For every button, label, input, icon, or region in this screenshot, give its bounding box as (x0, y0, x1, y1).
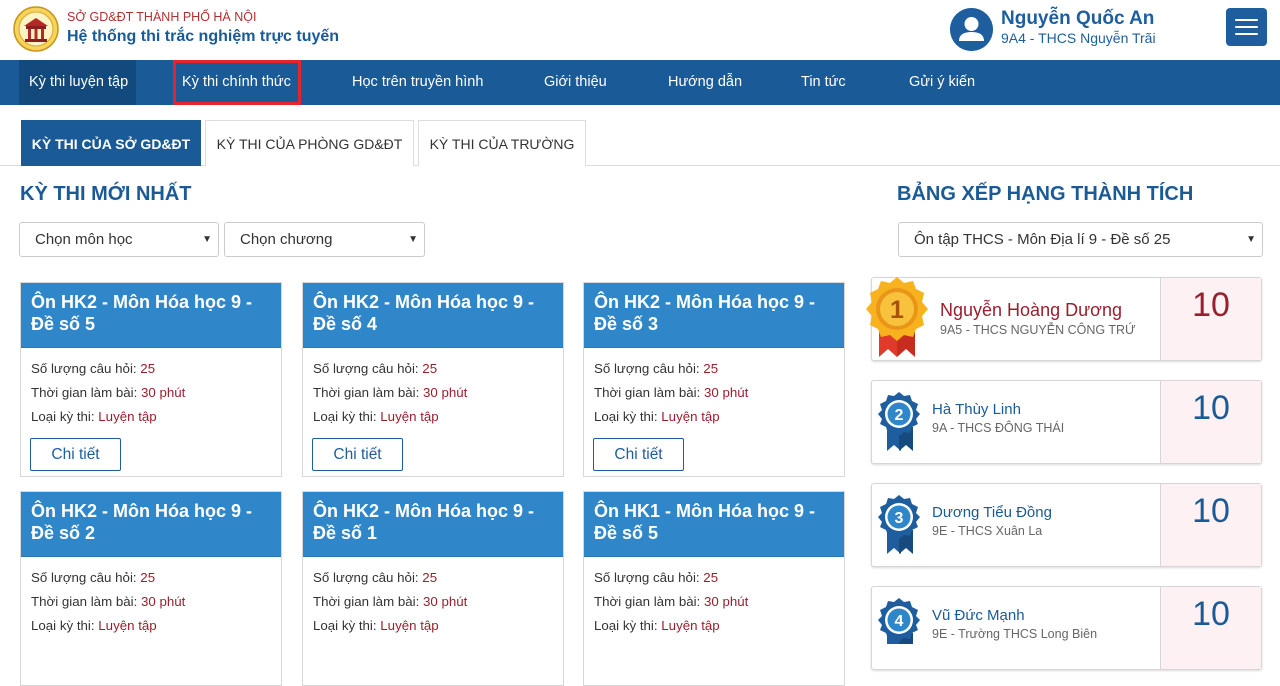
exam-card-time: Thời gian làm bài: 30 phút (594, 385, 749, 400)
exam-card-questions: Số lượng câu hỏi: 25 (313, 570, 438, 585)
leaderboard-school: 9A5 - THCS NGUYỄN CÔNG TRỨ (940, 323, 1136, 337)
nav-item-official-exams[interactable]: Kỳ thi chính thức (173, 60, 301, 105)
user-avatar-icon[interactable] (950, 8, 993, 51)
temple-logo-icon[interactable] (13, 6, 59, 52)
exam-card-type: Loại kỳ thi: Luyện tập (31, 409, 157, 424)
blue-medal-icon: 2 (878, 392, 920, 451)
exam-card-time: Thời gian làm bài: 30 phút (594, 594, 749, 609)
exam-card-title[interactable]: Ôn HK2 - Môn Hóa học 9 - Đề số 3 (584, 283, 844, 348)
leaderboard-score-box: 10 (1160, 278, 1261, 360)
chapter-select[interactable]: Chọn chương ▼ (224, 222, 425, 257)
caret-down-icon: ▼ (202, 234, 212, 245)
tab-department-exams[interactable]: KỲ THI CỦA SỞ GD&ĐT (21, 120, 201, 166)
exam-card-time: Thời gian làm bài: 30 phút (313, 385, 468, 400)
nav-item-about[interactable]: Giới thiệu (544, 60, 607, 105)
exam-card-questions: Số lượng câu hỏi: 25 (594, 570, 719, 585)
exam-card: Ôn HK2 - Môn Hóa học 9 - Đề số 5 Số lượn… (20, 282, 282, 477)
exam-card-type: Loại kỳ thi: Luyện tập (313, 409, 439, 424)
leaderboard-name: Nguyễn Hoàng Dương (940, 300, 1122, 320)
exam-card-type: Loại kỳ thi: Luyện tập (313, 618, 439, 633)
exam-card-type: Loại kỳ thi: Luyện tập (594, 618, 720, 633)
detail-button[interactable]: Chi tiết (30, 438, 121, 471)
leaderboard-score-box: 10 (1160, 587, 1261, 669)
hamburger-menu-icon[interactable] (1226, 8, 1267, 46)
leaderboard-school: 9A - THCS ĐÔNG THÁI (932, 421, 1065, 435)
exam-card: Ôn HK2 - Môn Hóa học 9 - Đề số 4 Số lượn… (302, 282, 564, 477)
subject-select[interactable]: Chọn môn học ▼ (19, 222, 219, 257)
leaderboard-score: 10 (1192, 389, 1230, 427)
leaderboard-exam-select[interactable]: Ôn tập THCS - Môn Địa lí 9 - Đề số 25 ▼ (898, 222, 1263, 257)
leaderboard-name: Vũ Đức Mạnh (932, 607, 1025, 624)
chapter-select-value: Chọn chương (240, 231, 333, 248)
exam-card-title[interactable]: Ôn HK2 - Môn Hóa học 9 - Đề số 4 (303, 283, 563, 348)
leaderboard-entry: Dương Tiểu Đồng 9E - THCS Xuân La 10 (871, 483, 1262, 567)
exam-card: Ôn HK2 - Môn Hóa học 9 - Đề số 3 Số lượn… (583, 282, 845, 477)
leaderboard-score-box: 10 (1160, 381, 1261, 463)
svg-text:3: 3 (895, 510, 904, 527)
detail-button[interactable]: Chi tiết (593, 438, 684, 471)
caret-down-icon: ▼ (1246, 234, 1256, 245)
system-name: Hệ thống thi trắc nghiệm trực tuyến (67, 28, 340, 45)
exam-tabs: KỲ THI CỦA SỞ GD&ĐT KỲ THI CỦA PHÒNG GD&… (0, 120, 1280, 166)
leaderboard-school: 9E - Trường THCS Long Biên (932, 627, 1098, 641)
detail-button[interactable]: Chi tiết (312, 438, 403, 471)
svg-text:1: 1 (890, 296, 904, 324)
leaderboard-entry: Vũ Đức Mạnh 9E - Trường THCS Long Biên 1… (871, 586, 1262, 670)
nav-item-tv-learning[interactable]: Học trên truyền hình (352, 60, 483, 105)
svg-text:4: 4 (895, 613, 904, 630)
svg-text:2: 2 (895, 407, 904, 424)
exam-card: Ôn HK2 - Môn Hóa học 9 - Đề số 1 Số lượn… (302, 491, 564, 686)
exam-card: Ôn HK1 - Môn Hóa học 9 - Đề số 5 Số lượn… (583, 491, 845, 686)
user-name[interactable]: Nguyễn Quốc An (1001, 8, 1154, 30)
nav-item-feedback[interactable]: Gửi ý kiến (909, 60, 975, 105)
exam-card-questions: Số lượng câu hỏi: 25 (31, 570, 156, 585)
gold-medal-icon: 1 (866, 277, 928, 357)
exam-card-title[interactable]: Ôn HK1 - Môn Hóa học 9 - Đề số 5 (584, 492, 844, 557)
blue-medal-icon: 4 (878, 598, 920, 644)
exam-card-time: Thời gian làm bài: 30 phút (31, 594, 186, 609)
leaderboard-score: 10 (1192, 595, 1230, 633)
exam-card-title[interactable]: Ôn HK2 - Môn Hóa học 9 - Đề số 1 (303, 492, 563, 557)
exam-card-time: Thời gian làm bài: 30 phút (31, 385, 186, 400)
exam-card-type: Loại kỳ thi: Luyện tập (594, 409, 720, 424)
nav-item-practice-exams[interactable]: Kỳ thi luyện tập (19, 60, 136, 105)
leaderboard-name: Hà Thùy Linh (932, 401, 1021, 418)
tab-district-exams[interactable]: KỲ THI CỦA PHÒNG GD&ĐT (205, 120, 414, 166)
blue-medal-icon: 3 (878, 495, 920, 554)
exam-card-type: Loại kỳ thi: Luyện tập (31, 618, 157, 633)
tab-school-exams[interactable]: KỲ THI CỦA TRƯỜNG (418, 120, 586, 166)
leaderboard-score: 10 (1192, 492, 1230, 530)
exam-card-time: Thời gian làm bài: 30 phút (313, 594, 468, 609)
leaderboard-exam-select-value: Ôn tập THCS - Môn Địa lí 9 - Đề số 25 (914, 231, 1171, 248)
exam-card-questions: Số lượng câu hỏi: 25 (31, 361, 156, 376)
nav-item-guide[interactable]: Hướng dẫn (668, 60, 742, 105)
leaderboard-school: 9E - THCS Xuân La (932, 524, 1043, 538)
org-name: SỞ GD&ĐT THÀNH PHỐ HÀ NỘI (67, 10, 257, 24)
leaderboard-score-box: 10 (1160, 484, 1261, 566)
leaderboard-entry: Hà Thùy Linh 9A - THCS ĐÔNG THÁI 10 (871, 380, 1262, 464)
exam-card-questions: Số lượng câu hỏi: 25 (313, 361, 438, 376)
leaderboard-name: Dương Tiểu Đồng (932, 504, 1052, 521)
header: SỞ GD&ĐT THÀNH PHỐ HÀ NỘI Hệ thống thi t… (0, 0, 1280, 60)
user-class: 9A4 - THCS Nguyễn Trãi (1001, 30, 1156, 46)
leaderboard-title: BẢNG XẾP HẠNG THÀNH TÍCH (897, 183, 1194, 205)
exam-card-title[interactable]: Ôn HK2 - Môn Hóa học 9 - Đề số 5 (21, 283, 281, 348)
leaderboard-score: 10 (1192, 286, 1230, 324)
subject-select-value: Chọn môn học (35, 231, 133, 248)
exam-card-questions: Số lượng câu hỏi: 25 (594, 361, 719, 376)
exam-card: Ôn HK2 - Môn Hóa học 9 - Đề số 2 Số lượn… (20, 491, 282, 686)
caret-down-icon: ▼ (408, 234, 418, 245)
main-nav: Kỳ thi luyện tập Kỳ thi chính thức Học t… (0, 60, 1280, 105)
nav-item-news[interactable]: Tin tức (801, 60, 846, 105)
latest-exams-title: KỲ THI MỚI NHẤT (20, 183, 192, 205)
exam-card-title[interactable]: Ôn HK2 - Môn Hóa học 9 - Đề số 2 (21, 492, 281, 557)
